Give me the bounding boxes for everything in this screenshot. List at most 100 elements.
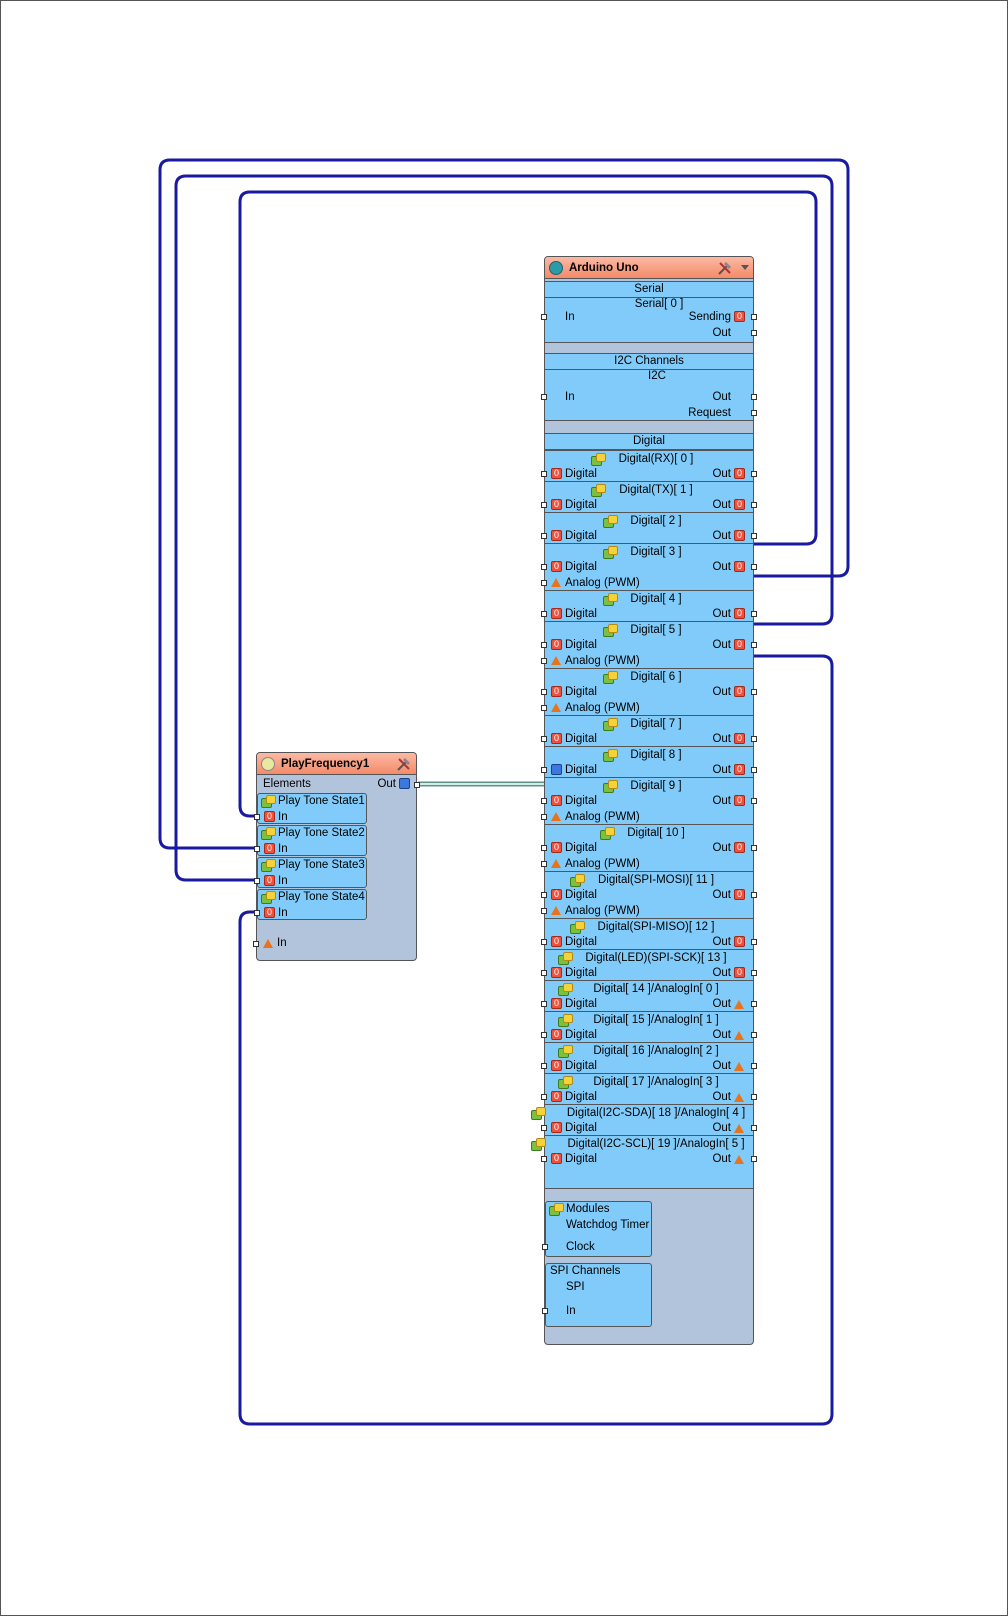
digital-in-pin[interactable] (541, 736, 547, 742)
digital-out-pin[interactable] (751, 1125, 757, 1131)
digital-in-pin[interactable] (541, 1063, 547, 1069)
digital-pin-block: Digital[ 8 ] Digital Out (541, 746, 757, 777)
digital-in-pin[interactable] (541, 939, 547, 945)
digital-out-pin[interactable] (751, 970, 757, 976)
digital-out-label: Out (712, 967, 731, 979)
elements-label: Elements (263, 778, 311, 790)
digital-pin-block: Digital[ 15 ]/AnalogIn[ 1 ] Digital Out (541, 1011, 757, 1042)
digital-in-pin[interactable] (541, 1032, 547, 1038)
digital-out-pin[interactable] (751, 502, 757, 508)
digital-in-pin[interactable] (541, 689, 547, 695)
state-in-pin[interactable] (254, 910, 260, 916)
digital-out-pin[interactable] (751, 892, 757, 898)
digital-out-pin[interactable] (751, 1063, 757, 1069)
digital-out-pin[interactable] (751, 845, 757, 851)
digital-out-pin[interactable] (751, 767, 757, 773)
arduino-title-bar[interactable]: Arduino Uno (545, 257, 753, 279)
digital-out-pin[interactable] (751, 1094, 757, 1100)
playfrequency-component[interactable]: PlayFrequency1 Elements Out Play Tone St… (253, 752, 420, 961)
digital-in-pin[interactable] (541, 892, 547, 898)
digital-in-pin[interactable] (541, 767, 547, 773)
digital-channel-label: Digital(LED)(SPI-SCK)[ 13 ] (585, 952, 727, 964)
state-name: Play Tone State4 (278, 891, 365, 903)
digital-pin-block: Digital[ 9 ] Digital Out Analog (PWM) (541, 777, 757, 824)
analog-in-pin[interactable] (541, 861, 547, 867)
arduino-uno-component[interactable]: Arduino Uno Serial Serial[ 0 ] In Sendin… (531, 256, 757, 1345)
digital-in-pin[interactable] (541, 970, 547, 976)
digital-out-pin[interactable] (751, 939, 757, 945)
digital-in-pin[interactable] (541, 642, 547, 648)
play-tone-state[interactable]: Play Tone State4 In (254, 889, 367, 920)
digital-out-pin[interactable] (751, 642, 757, 648)
digital-in-pin[interactable] (541, 502, 547, 508)
digital-out-pin[interactable] (751, 689, 757, 695)
digital-in-pin[interactable] (541, 798, 547, 804)
digital-in-pin[interactable] (541, 1156, 547, 1162)
digital-out-pin[interactable] (751, 798, 757, 804)
digital-out-pin[interactable] (751, 564, 757, 570)
i2c-header: I2C Channels (545, 354, 753, 370)
watchdog-label: Watchdog Timer (566, 1219, 650, 1231)
digital-pin-block: Digital(I2C-SCL)[ 19 ]/AnalogIn[ 5 ] Digi… (531, 1135, 757, 1166)
serial-in-pin[interactable] (541, 314, 547, 320)
digital-in-pin[interactable] (541, 845, 547, 851)
state-in-pin[interactable] (254, 846, 260, 852)
digital-in-pin[interactable] (541, 533, 547, 539)
state-in-pin[interactable] (254, 814, 260, 820)
digital-icon (551, 842, 562, 853)
digital-out-label: Out (712, 686, 731, 698)
analog-in-pin[interactable] (541, 908, 547, 914)
digital-out-pin[interactable] (751, 1156, 757, 1162)
digital-pin-block: Digital[ 6 ] Digital Out Analog (PWM) (541, 668, 757, 715)
digital-in-pin[interactable] (541, 1001, 547, 1007)
analog-in-pin[interactable] (541, 580, 547, 586)
arduino-logo-icon (549, 261, 563, 275)
i2c-out-pin[interactable] (751, 394, 757, 400)
digital-channel-label: Digital[ 4 ] (630, 593, 682, 605)
chevron-down-icon[interactable] (741, 265, 749, 270)
playfreq-title-bar[interactable]: PlayFrequency1 (257, 753, 416, 775)
serial-out-pin[interactable] (751, 330, 757, 336)
spi-in-label: In (566, 1305, 576, 1317)
digital-in-pin[interactable] (541, 471, 547, 477)
playfreq-in-pin[interactable] (253, 941, 259, 947)
digital-icon (551, 795, 562, 806)
digital-icon (551, 1060, 562, 1071)
play-tone-state[interactable]: Play Tone State1 In (254, 793, 367, 824)
digital-channel-label: Digital[ 14 ]/AnalogIn[ 0 ] (593, 983, 719, 995)
digital-out-pin[interactable] (751, 1032, 757, 1038)
watchdog-clock-pin[interactable] (542, 1244, 548, 1250)
analog-in-pin[interactable] (541, 658, 547, 664)
analog-in-label: Analog (PWM) (565, 655, 640, 667)
analog-icon (734, 1153, 745, 1164)
digital-out-label: Out (712, 1153, 731, 1165)
tools-icon[interactable] (396, 756, 412, 772)
digital-icon (551, 639, 562, 650)
digital-icon (551, 608, 562, 619)
analog-in-label: Analog (PWM) (565, 702, 640, 714)
digital-out-pin[interactable] (751, 471, 757, 477)
digital-in-pin[interactable] (541, 564, 547, 570)
digital-in-pin[interactable] (541, 611, 547, 617)
digital-in-pin[interactable] (541, 1094, 547, 1100)
analog-in-pin[interactable] (541, 814, 547, 820)
state-in-pin[interactable] (254, 878, 260, 884)
i2c-request-pin[interactable] (751, 410, 757, 416)
i2c-section: I2C Channels I2C In Out Request (541, 353, 757, 421)
analog-in-pin[interactable] (541, 705, 547, 711)
digital-out-pin[interactable] (751, 1001, 757, 1007)
serial-sending-pin[interactable] (751, 314, 757, 320)
digital-out-pin[interactable] (751, 533, 757, 539)
digital-icon (551, 764, 562, 775)
play-tone-state[interactable]: Play Tone State3 In (254, 857, 367, 888)
digital-out-pin[interactable] (751, 736, 757, 742)
digital-in-pin[interactable] (541, 1125, 547, 1131)
spi-in-pin[interactable] (542, 1308, 548, 1314)
digital-out-pin[interactable] (751, 611, 757, 617)
playfreq-out-pin[interactable] (414, 782, 420, 788)
digital-icon (551, 998, 562, 1009)
i2c-in-pin[interactable] (541, 394, 547, 400)
digital-channel-label: Digital[ 7 ] (630, 718, 682, 730)
tools-icon[interactable] (717, 260, 733, 276)
play-tone-state[interactable]: Play Tone State2 In (254, 825, 367, 856)
